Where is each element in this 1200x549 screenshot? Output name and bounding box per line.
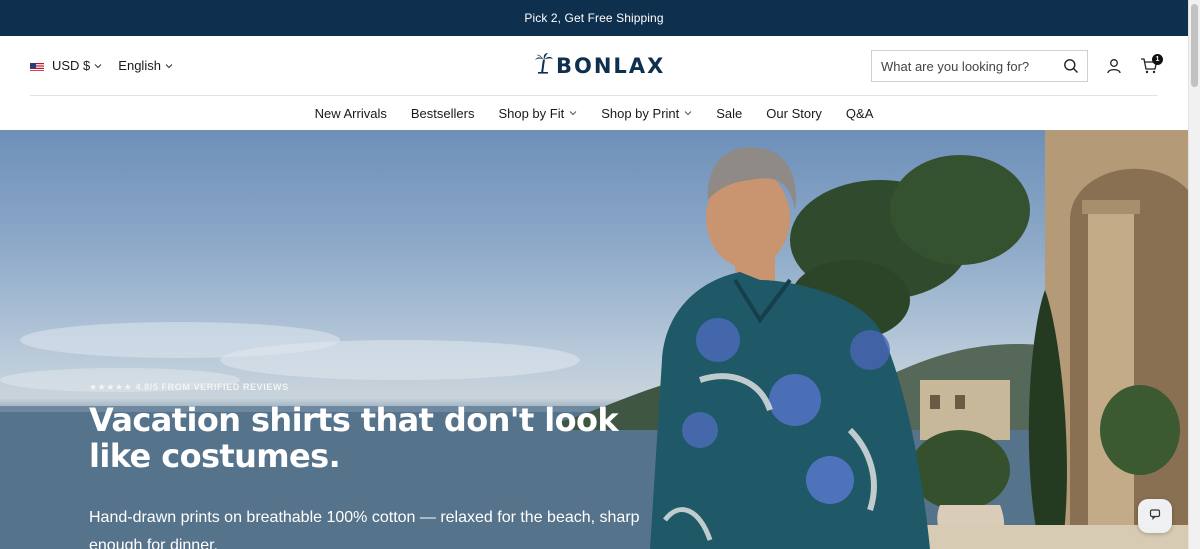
header-top-row: USD $ English BONLAX What are you lookin… [30, 36, 1163, 96]
chat-widget-button[interactable] [1138, 499, 1172, 533]
logo-text: BONLAX [556, 53, 666, 78]
account-icon[interactable] [1106, 58, 1122, 74]
page-scrollbar[interactable] [1188, 0, 1200, 549]
nav-item-new-arrivals[interactable]: New Arrivals [315, 106, 387, 121]
scrollbar-thumb[interactable] [1191, 4, 1198, 87]
nav-item-label: Our Story [766, 105, 822, 121]
nav-item-bestsellers[interactable]: Bestsellers [411, 106, 475, 121]
search-icon[interactable] [1063, 58, 1079, 74]
hero-image [0, 130, 1188, 549]
chevron-down-icon [684, 108, 692, 118]
hero-headline: Vacation shirts that don't look like cos… [89, 401, 619, 475]
nav-item-sale[interactable]: Sale [716, 106, 742, 121]
palm-tree-icon [534, 52, 554, 79]
currency-selector[interactable]: USD $ [30, 58, 102, 73]
cart-count-badge: 1 [1152, 54, 1163, 65]
main-nav: New Arrivals Bestsellers Shop by Fit Sho… [0, 96, 1188, 130]
language-label: English [118, 58, 161, 73]
nav-item-shop-by-print[interactable]: Shop by Print [601, 106, 692, 121]
currency-label: USD $ [52, 58, 91, 73]
brand-logo[interactable]: BONLAX [534, 52, 665, 79]
nav-item-qa[interactable]: Q&A [846, 106, 873, 121]
us-flag-icon [30, 61, 44, 71]
nav-item-label: Shop by Print [601, 105, 680, 121]
hero-banner: ★★★★★ 4.8/5 FROM VERIFIED REVIEWS Vacati… [0, 130, 1188, 549]
language-selector[interactable]: English [118, 58, 173, 73]
nav-item-our-story[interactable]: Our Story [766, 106, 822, 121]
chevron-down-icon [94, 61, 102, 71]
rating-text: ★★★★★ 4.8/5 FROM VERIFIED REVIEWS [89, 382, 289, 392]
nav-item-label: Q&A [845, 105, 874, 121]
nav-item-shop-by-fit[interactable]: Shop by Fit [498, 106, 577, 121]
search-input[interactable] [881, 58, 1051, 74]
nav-item-label: New Arrivals [314, 105, 387, 121]
hero-subline: Hand-drawn prints on breathable 100% cot… [89, 509, 640, 549]
nav-item-label: Sale [716, 105, 743, 121]
nav-item-label: Bestsellers [410, 105, 475, 121]
search-box [871, 50, 1088, 82]
chevron-down-icon [165, 61, 173, 71]
chevron-down-icon [569, 108, 577, 118]
chat-icon [1148, 507, 1162, 526]
announcement-text: Pick 2, Get Free Shipping [524, 11, 664, 25]
announcement-bar: Pick 2, Get Free Shipping [0, 0, 1188, 36]
site-header: USD $ English BONLAX What are you lookin… [0, 36, 1188, 130]
nav-item-label: Shop by Fit [498, 105, 565, 121]
locale-selectors: USD $ English [30, 58, 173, 73]
